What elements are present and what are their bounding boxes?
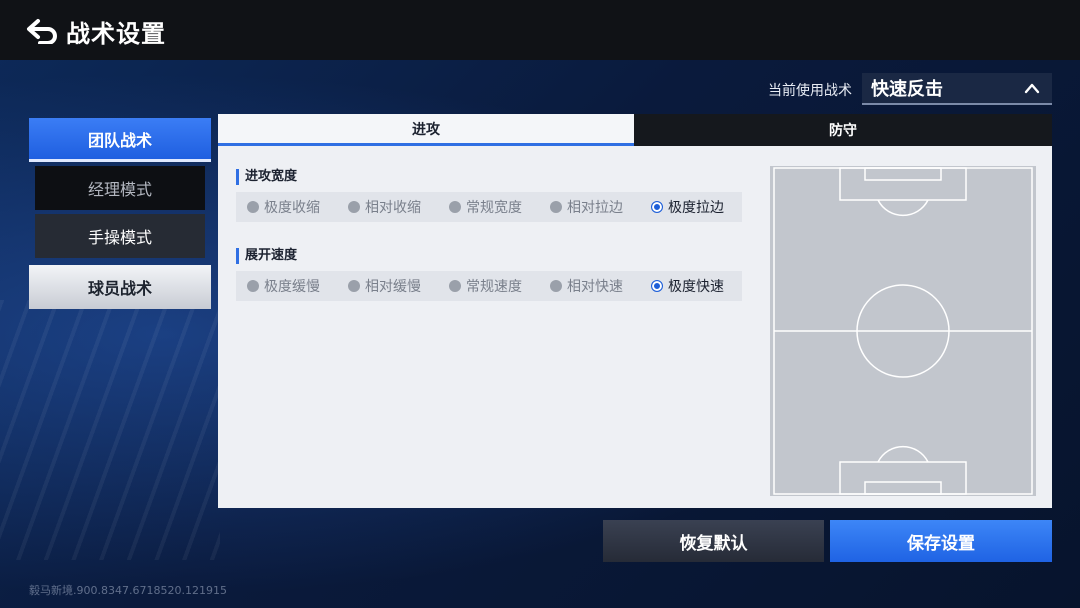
sidebar-item-player-tactics[interactable]: 球员战术 xyxy=(29,265,211,309)
tactics-panel: 进攻 防守 进攻宽度 极度收缩 相对收缩 常规宽度 相对拉边 极度拉边 展开速度… xyxy=(218,114,1052,508)
page-title: 战术设置 xyxy=(66,20,166,48)
radio-option[interactable]: 常规宽度 xyxy=(438,197,539,217)
radio-icon xyxy=(348,201,360,213)
sidebar-item-label: 经理模式 xyxy=(87,180,152,199)
radio-label: 相对缓慢 xyxy=(365,279,421,295)
section-title-attack-width: 进攻宽度 xyxy=(236,169,297,185)
radio-label: 极度拉边 xyxy=(668,200,724,216)
radio-option[interactable]: 常规速度 xyxy=(438,276,539,296)
radio-option-selected[interactable]: 极度快速 xyxy=(640,276,741,296)
radio-icon xyxy=(247,201,259,213)
sidebar-item-label: 手操模式 xyxy=(87,228,152,247)
sidebar-item-label: 球员战术 xyxy=(87,279,152,298)
radio-icon xyxy=(348,280,360,292)
football-pitch-diagram xyxy=(770,166,1036,496)
back-arrow-icon[interactable] xyxy=(26,18,60,44)
radio-label: 相对收缩 xyxy=(365,200,421,216)
radio-selected-icon xyxy=(651,280,663,292)
radio-icon xyxy=(449,201,461,213)
tab-bar: 进攻 防守 xyxy=(218,114,1052,146)
radio-option[interactable]: 相对快速 xyxy=(539,276,640,296)
sidebar-item-manager-mode[interactable]: 经理模式 xyxy=(35,166,205,210)
chevron-up-icon xyxy=(1024,83,1040,94)
radio-option[interactable]: 相对缓慢 xyxy=(337,276,438,296)
radio-icon xyxy=(550,201,562,213)
attack-width-options: 极度收缩 相对收缩 常规宽度 相对拉边 极度拉边 xyxy=(236,192,742,222)
save-settings-button[interactable]: 保存设置 xyxy=(830,520,1052,562)
radio-icon xyxy=(247,280,259,292)
radio-label: 相对快速 xyxy=(567,279,623,295)
reset-default-button[interactable]: 恢复默认 xyxy=(603,520,824,562)
sidebar-item-team-tactics[interactable]: 团队战术 xyxy=(29,118,211,162)
tab-defense[interactable]: 防守 xyxy=(634,114,1052,146)
current-tactic-value: 快速反击 xyxy=(871,79,943,100)
watermark: 毅马新境.900.8347.6718520.121915 xyxy=(29,584,227,597)
radio-icon xyxy=(550,280,562,292)
radio-label: 相对拉边 xyxy=(567,200,623,216)
radio-label: 极度快速 xyxy=(668,279,724,295)
sidebar-item-manual-mode[interactable]: 手操模式 xyxy=(35,214,205,258)
current-tactic-dropdown[interactable]: 快速反击 xyxy=(862,73,1052,105)
tab-attack[interactable]: 进攻 xyxy=(218,114,634,146)
tab-label: 防守 xyxy=(829,123,857,139)
radio-label: 极度收缩 xyxy=(264,200,320,216)
buildup-speed-options: 极度缓慢 相对缓慢 常规速度 相对快速 极度快速 xyxy=(236,271,742,301)
tab-label: 进攻 xyxy=(412,121,440,138)
radio-label: 常规速度 xyxy=(466,279,522,295)
radio-icon xyxy=(449,280,461,292)
top-bar: 战术设置 xyxy=(0,0,1080,60)
radio-label: 极度缓慢 xyxy=(264,279,320,295)
radio-selected-icon xyxy=(651,201,663,213)
section-title-buildup-speed: 展开速度 xyxy=(236,248,297,264)
radio-option[interactable]: 极度收缩 xyxy=(236,197,337,217)
sidebar-item-label: 团队战术 xyxy=(87,130,152,150)
radio-option[interactable]: 极度缓慢 xyxy=(236,276,337,296)
radio-option[interactable]: 相对拉边 xyxy=(539,197,640,217)
radio-label: 常规宽度 xyxy=(466,200,522,216)
current-tactic-label: 当前使用战术 xyxy=(768,83,852,99)
radio-option-selected[interactable]: 极度拉边 xyxy=(640,197,741,217)
radio-option[interactable]: 相对收缩 xyxy=(337,197,438,217)
